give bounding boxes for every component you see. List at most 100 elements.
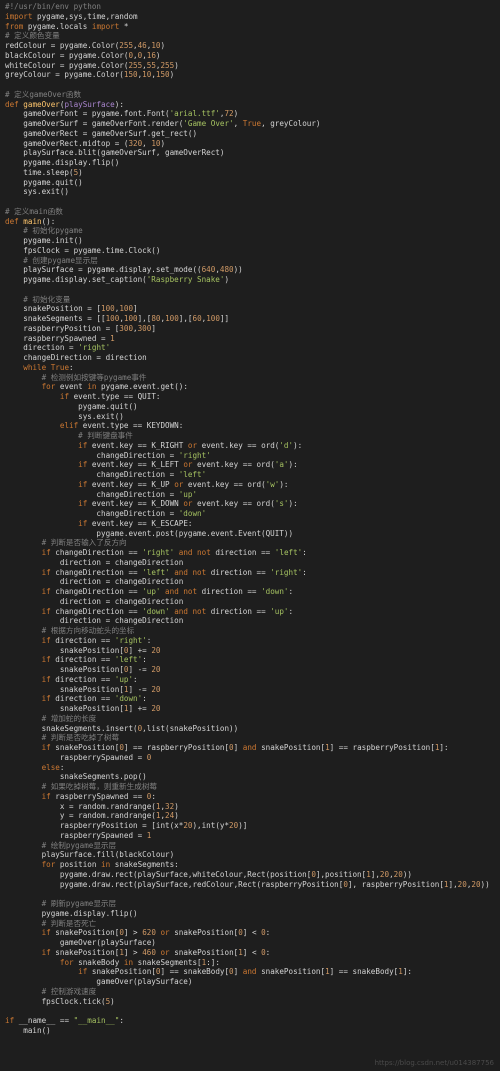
code-token-plain: changeDirection = [5,470,179,479]
code-token-number: 0 [146,752,152,762]
code-token-comment: # 判断是否死亡 [5,918,97,928]
code-token-plain: gameOverRect = gameOverSurf.get_rect() [5,128,198,138]
code-token-number: 20 [379,869,390,879]
code-token-number: 72 [224,109,234,119]
code-line: if snakePosition[0] > 620 or snakePositi… [5,928,498,938]
code-line: raspberryPosition = [300,300] [5,324,498,334]
code-token-string: 'left' [274,548,303,557]
code-token-comment: # 初始化变量 [5,294,71,304]
code-token-plain: ,list(snakePosition)) [142,723,239,733]
code-token-plain: : [302,567,307,577]
code-line: gameOver(playSurface) [5,977,498,987]
code-token-number: 1 [110,333,115,343]
code-line: # 定义gameOver函数 [5,90,498,100]
code-token-plain: ] -= [128,665,152,674]
code-token-plain: : [265,947,271,957]
code-token-plain: pygame.quit() [5,177,83,187]
code-token-keyword: if [78,518,88,528]
code-token-plain: direction = [5,343,79,353]
code-token-keyword: if [41,947,51,957]
code-token-plain: greyColour = pygame.Color( [5,70,124,80]
code-token-string: 'right' [114,635,147,645]
code-area[interactable]: #!/usr/bin/env python import pygame,sys,t… [5,2,498,1036]
code-token-number: 640 [201,265,216,275]
code-token-keyword: for [41,382,56,392]
code-token-keyword: if [5,1016,15,1025]
code-line: # 定义main函数 [5,207,498,217]
code-token-plain: ) [78,167,83,177]
code-token-plain: ] == snakeBody[ [160,967,230,977]
code-token-function: main [23,216,42,226]
code-token-plain: ) [224,275,230,284]
code-token-comment: # 判断键盘事件 [5,431,133,440]
code-token-number: 20 [151,665,161,674]
code-token-plain: changeDirection = [5,489,179,499]
code-token-keyword: if [78,967,88,977]
code-token-keyword: in [101,860,111,869]
code-token-plain: snakePosition[ [5,684,124,694]
code-token-number: 255 [119,41,134,50]
code-line: # 根据方向移动蛇头的坐标 [5,626,498,636]
code-token-plain: playSurface.fill(blackColour) [5,850,175,860]
code-token-plain: direction == [197,587,262,596]
code-token-keyword: True [242,119,262,128]
code-line: if event.key == K_LEFT or event.key == o… [5,460,498,470]
code-line: def gameOver(playSurface): [5,100,498,110]
code-token-string: 'left' [142,567,170,577]
code-line: # 如果吃掉树莓，则重新生成树莓 [5,782,498,792]
code-token-number: 150 [123,70,138,80]
code-token-number: 100 [165,314,179,323]
code-token-string: 'arial.ttf' [169,109,220,119]
code-line: pygame.draw.rect(playSurface,redColour,R… [5,880,498,890]
code-token-string: 'down' [261,587,289,596]
code-token-comment: # 定义颜色变量 [5,31,60,41]
code-token-number: 20 [393,869,403,879]
code-token-plain: event.key == K_RIGHT [87,440,188,450]
code-token-plain: ) [174,811,179,821]
code-token-keyword: from [5,21,24,31]
code-line: gameOverSurf = gameOverFont.render('Game… [5,119,498,129]
code-line: time.sleep(5) [5,168,498,178]
code-line: # 判断是否输入了反方向 [5,538,498,548]
code-token-plain: changeDirection = [5,509,179,518]
code-token-plain: pygame.event.get(): [96,382,188,392]
code-line: if changeDirection == 'up' and not direc… [5,587,498,597]
code-token-plain: snakePosition[ [5,645,124,655]
code-token-plain: ] < [242,947,262,957]
code-line: x = random.randrange(1,32) [5,802,498,812]
code-token-string: 'd' [279,440,294,450]
code-token-comment: #!/usr/bin/env python [5,2,102,11]
code-token-plain: snakePosition[ [169,928,239,938]
code-token-number: 60 [192,314,202,323]
code-token-plain: ) [160,41,166,50]
code-line: gameOverRect = gameOverSurf.get_rect() [5,129,498,139]
code-token-plain: snakePosition = [ [5,304,102,314]
code-line: changeDirection = 'right' [5,451,498,461]
watermark: https://blog.csdn.net/u014387756 [374,1059,494,1067]
code-line: direction = changeDirection [5,577,498,587]
code-line: raspberryPosition = [int(x*20),int(y*20)… [5,821,498,831]
code-line: changeDirection = 'left' [5,470,498,480]
code-token-plain: raspberryPosition = [int(x* [5,821,184,830]
code-token-number: 32 [165,801,175,811]
code-token-plain: ]: [439,743,449,752]
code-line: y = random.randrange(1,24) [5,811,498,821]
code-line: if direction == 'left': [5,655,498,665]
code-token-plain: (): [41,216,56,226]
code-editor[interactable]: #!/usr/bin/env python import pygame,sys,t… [0,0,500,1071]
code-token-string: 'right' [142,548,175,557]
code-token-plain: whiteColour = pygame.Color( [5,60,129,70]
code-token-plain: snakePosition[ [5,704,124,713]
code-token-number: 20 [151,645,161,655]
code-token-plain: , [233,119,243,128]
